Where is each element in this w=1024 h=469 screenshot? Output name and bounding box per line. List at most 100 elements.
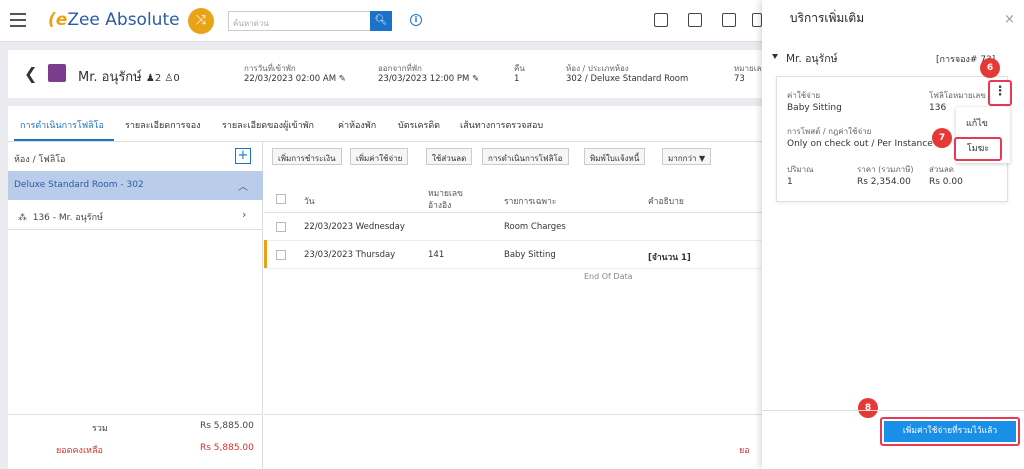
row-divider (264, 268, 764, 269)
menu-icon[interactable] (10, 13, 26, 27)
header-divider (264, 212, 764, 213)
panel-footer-divider (762, 410, 1024, 411)
booking-header: ❮ Mr. อนุรักษ์ ♟2 ♙0 การวันที่เข้าพัก 22… (8, 50, 764, 98)
guest-name: Mr. อนุรักษ์ (78, 70, 142, 85)
col-day: วัน (304, 197, 315, 207)
close-icon[interactable]: × (1004, 12, 1015, 27)
tab-room-charges[interactable]: ค่าห้องพัก (338, 118, 376, 132)
row-ref: 141 (428, 250, 445, 260)
folio-value: 136 (929, 103, 947, 113)
building-icon (48, 64, 66, 82)
selected-row-indicator (264, 240, 267, 268)
chevron-up-icon[interactable]: ︿ (238, 178, 248, 193)
tab-bar: การดำเนินการโฟลิโอ รายละเอียดการจอง รายล… (8, 106, 764, 142)
info-icon[interactable]: i (410, 14, 422, 26)
number-value: 73 (734, 74, 745, 84)
caret-down-icon[interactable] (772, 54, 778, 59)
panel-guest-name: Mr. อนุรักษ์ (786, 53, 838, 65)
step-badge-7: 7 (932, 128, 952, 148)
folio-label: โฟลิโอหมายเลข (929, 91, 986, 100)
qty-value: 1 (787, 177, 793, 187)
row-day: 23/03/2023 Thursday (304, 250, 396, 260)
charge-label: ค่าใช้จ่าย (787, 91, 821, 100)
back-arrow-icon[interactable]: ❮ (24, 64, 37, 83)
add-charge-button[interactable]: เพิ่มค่าใช้จ่าย (350, 148, 409, 165)
col-item: รายการเฉพาะ (504, 197, 557, 207)
tab-booking-details[interactable]: รายละเอียดการจอง (125, 118, 201, 132)
rule-value: Only on check out / Per Instance (787, 139, 933, 149)
discount-value: Rs 0.00 (929, 177, 963, 187)
extra-services-panel: บริการเพิ่มเติม × Mr. อนุรักษ์ [การจอง# … (762, 0, 1024, 469)
room-value: 302 / Deluxe Standard Room (566, 74, 689, 84)
guest-name-line: Mr. อนุรักษ์ ♟2 ♙0 (78, 66, 180, 87)
room-folio-heading: ห้อง / โฟลิโอ (14, 155, 66, 165)
price-label: ราคา (รวมภาษี) (857, 165, 914, 174)
total-label: รวม (92, 424, 108, 434)
search-input[interactable]: ค้นหาด่วน (228, 11, 370, 31)
row-checkbox[interactable] (276, 222, 286, 232)
folio-operations-button[interactable]: การดำเนินการโฟลิโอ (482, 148, 569, 165)
discount-label: ส่วนลด (929, 165, 954, 174)
arrival-value: 22/03/2023 02:00 AM ✎ (244, 74, 346, 84)
tab-folio-operations[interactable]: การดำเนินการโฟลิโอ (20, 118, 104, 132)
row-item: Room Charges (504, 222, 566, 232)
nights-value: 1 (514, 74, 520, 84)
rule-label: การโพสต์ / กฎค่าใช้จ่าย (787, 127, 872, 136)
tab-credit-card[interactable]: บัตรเครดิต (398, 118, 440, 132)
apply-discount-button[interactable]: ใช้ส่วนลด (426, 148, 473, 165)
table-footer: ยอ (264, 414, 764, 469)
more-dropdown[interactable]: มากกว่า ▼ (662, 148, 712, 165)
row-divider (264, 240, 764, 241)
void-menu-item[interactable]: โมฆะ (954, 137, 1002, 161)
calendar-add-icon[interactable] (654, 13, 668, 27)
edit-departure-icon[interactable]: ✎ (472, 74, 479, 84)
total-value: Rs 5,885.00 (200, 421, 254, 431)
room-folio-pane: ห้อง / โฟลิโอ + Deluxe Standard Room - 3… (8, 142, 263, 469)
end-of-data: End Of Data (584, 272, 633, 281)
chevron-right-icon[interactable]: › (242, 208, 246, 221)
add-inclusive-charge-button[interactable]: เพิ่มค่าใช้จ่ายที่รวมไว้แล้ว (884, 421, 1016, 442)
row-day: 22/03/2023 Wednesday (304, 222, 405, 232)
row-desc: [จำนวน 1] (648, 253, 691, 263)
folio-item-label: ⁂ 136 - Mr. อนุรักษ์ (18, 213, 104, 223)
occupancy-icons: ♟2 ♙0 (145, 73, 180, 84)
app-logo[interactable]: (eZee Absolute (48, 10, 180, 30)
tab-guest-details[interactable]: รายละเอียดของผู้เข้าพัก (222, 118, 314, 132)
folio-toolbar: เพิ่มการชำระเงิน เพิ่มค่าใช้จ่าย ใช้ส่วน… (264, 142, 764, 172)
charge-actions-menu: แก้ไข โมฆะ (954, 107, 1010, 163)
active-tab-indicator (14, 139, 114, 141)
folio-main: การดำเนินการโฟลิโอ รายละเอียดการจอง รายล… (8, 106, 764, 469)
document-icon[interactable] (752, 13, 762, 27)
balance-value: Rs 5,885.00 (200, 443, 254, 453)
qty-label: ปริมาณ (787, 165, 814, 174)
folio-totals: รวม Rs 5,885.00 ยอดคงเหลือ Rs 5,885.00 (8, 414, 263, 469)
calendar-day-icon[interactable] (722, 13, 736, 27)
calendar-icon[interactable] (688, 13, 702, 27)
folio-item[interactable]: ⁂ 136 - Mr. อนุรักษ์ › (8, 200, 263, 230)
panel-title: บริการเพิ่มเติม (789, 11, 865, 25)
select-all-checkbox[interactable] (276, 194, 286, 204)
row-checkbox[interactable] (276, 250, 286, 260)
col-desc: คำอธิบาย (648, 197, 684, 207)
folio-table: วัน หมายเลข อ้างอิง รายการเฉพาะ คำอธิบาย… (264, 172, 764, 432)
print-invoice-button[interactable]: พิมพ์ใบแจ้งหนี้ (584, 148, 646, 165)
add-payment-button[interactable]: เพิ่มการชำระเงิน (272, 148, 342, 165)
switch-property-icon[interactable]: ⤨ (188, 8, 214, 34)
charge-value: Baby Sitting (787, 103, 842, 113)
edit-arrival-icon[interactable]: ✎ (339, 74, 346, 84)
room-group-label: Deluxe Standard Room - 302 (14, 180, 144, 190)
tab-audit-trail[interactable]: เส้นทางการตรวจสอบ (460, 118, 543, 132)
step-badge-6: 6 (980, 58, 1000, 78)
edit-menu-item[interactable]: แก้ไข (966, 116, 988, 130)
room-group-row[interactable]: Deluxe Standard Room - 302 ︿ (8, 171, 263, 200)
search-button[interactable]: 🔍︎ (370, 11, 392, 31)
step-badge-8: 8 (858, 398, 878, 418)
departure-value: 23/03/2023 12:00 PM ✎ (378, 74, 480, 84)
balance-label: ยอดคงเหลือ (56, 446, 103, 456)
col-ref-2: อ้างอิง (428, 201, 452, 211)
footer-balance-label: ยอ (739, 446, 750, 456)
add-folio-button[interactable]: + (235, 148, 251, 164)
price-value: Rs 2,354.00 (857, 177, 911, 187)
more-options-icon[interactable]: ⋮ (988, 80, 1012, 106)
row-item: Baby Sitting (504, 250, 556, 260)
